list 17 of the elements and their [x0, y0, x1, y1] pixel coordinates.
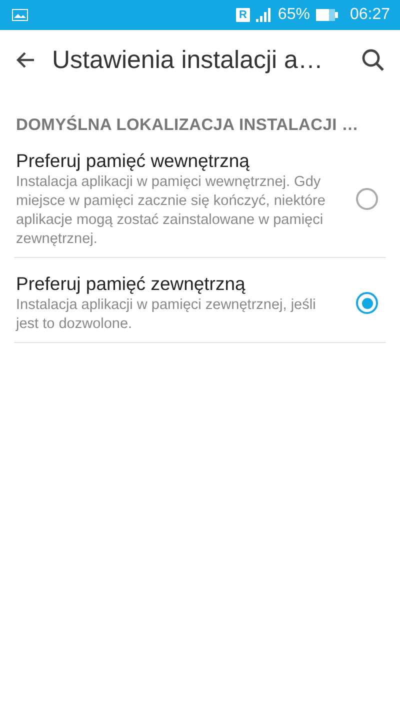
radio-button[interactable]: [356, 292, 378, 314]
option-description: Instalacja aplikacji w pamięci wewnętrznej. Gdy miejsce w pamięci zacznie się kończyć, niektóre aplikacje mogą zostać zainstalowane w pamięci zewnętrznej.: [16, 173, 326, 249]
clock: 06:27: [350, 6, 390, 24]
option-description: Instalacja aplikacji w pamięci zewnętrznej, jeśli jest to dozwolone.: [16, 296, 317, 334]
screen-title: Ustawienia instalacji a…: [52, 46, 324, 74]
search-button[interactable]: [360, 47, 386, 73]
picture-notification-icon: [12, 9, 28, 21]
option-title: Preferuj pamięć wewnętrzną: [16, 149, 250, 173]
battery-percent: 65%: [278, 6, 310, 24]
install-location-option[interactable]: Preferuj pamięć wewnętrzną Instalacja aplikacji w pamięci wewnętrznej. Gdy miejsce w pamięci zacznie się kończyć, niektóre aplikacje mogą zostać zainstalowane w pamięci zewnętrznej.: [14, 135, 386, 258]
battery-icon: [316, 9, 338, 21]
section-header: DOMYŚLNA LOKALIZACJA INSTALACJI …: [16, 116, 360, 135]
signal-icon: [256, 8, 272, 22]
roaming-badge: R: [236, 8, 250, 22]
option-title: Preferuj pamięć zewnętrzną: [16, 272, 246, 296]
radio-button[interactable]: [356, 188, 378, 210]
install-location-option[interactable]: Preferuj pamięć zewnętrzną Instalacja aplikacji w pamięci zewnętrznej, jeśli jest to dozwolone.: [14, 258, 386, 343]
